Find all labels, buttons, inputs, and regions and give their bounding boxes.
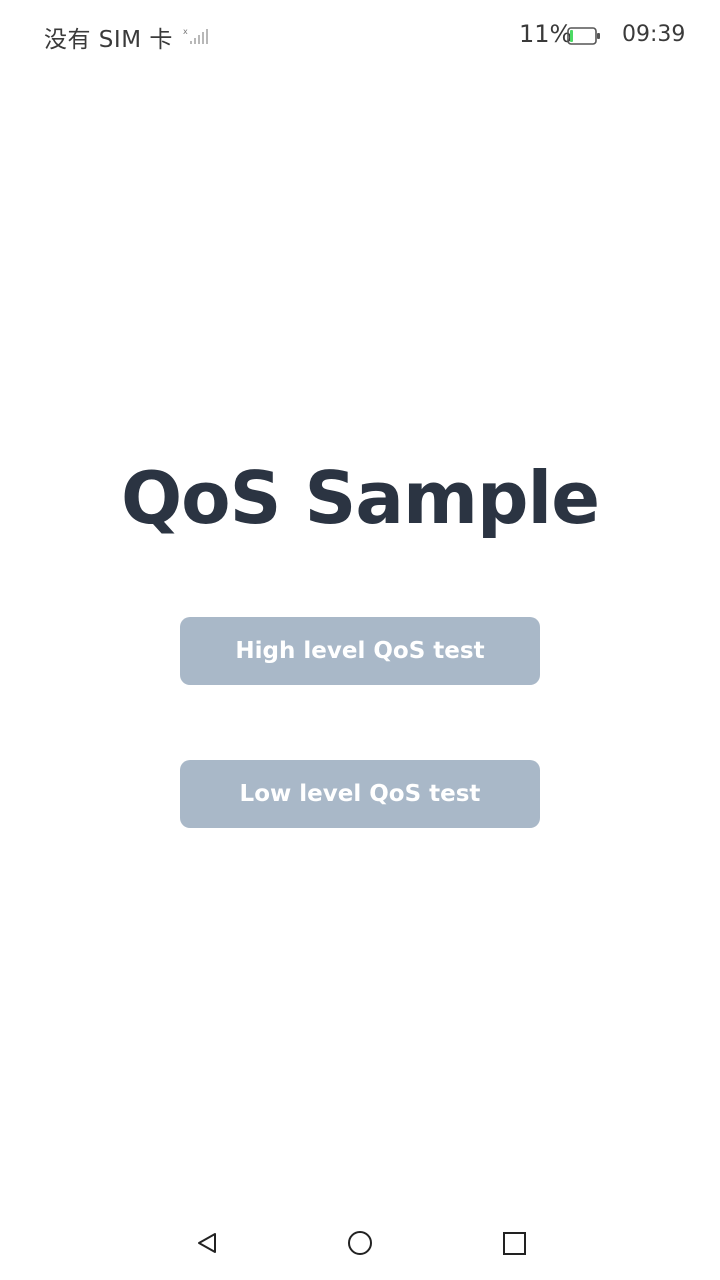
signal-icon: x <box>183 27 211 45</box>
high-level-qos-test-button[interactable]: High level QoS test <box>180 617 540 685</box>
low-level-qos-test-button[interactable]: Low level QoS test <box>180 760 540 828</box>
page-title: QoS Sample <box>120 456 600 540</box>
recent-apps-icon[interactable] <box>499 1228 529 1258</box>
svg-text:x: x <box>183 27 188 36</box>
status-bar: 没有 SIM 卡 x 11% 09:39 <box>0 0 720 72</box>
navigation-bar <box>0 1208 720 1280</box>
home-icon[interactable] <box>345 1228 375 1258</box>
battery-percent: 11% <box>519 20 573 48</box>
app-screen: 没有 SIM 卡 x 11% 09:39 QoS Sample High lev… <box>0 0 720 1280</box>
back-icon[interactable] <box>192 1228 222 1258</box>
battery-icon <box>567 27 601 45</box>
clock: 09:39 <box>622 22 686 47</box>
carrier-label: 没有 SIM 卡 <box>44 27 173 53</box>
